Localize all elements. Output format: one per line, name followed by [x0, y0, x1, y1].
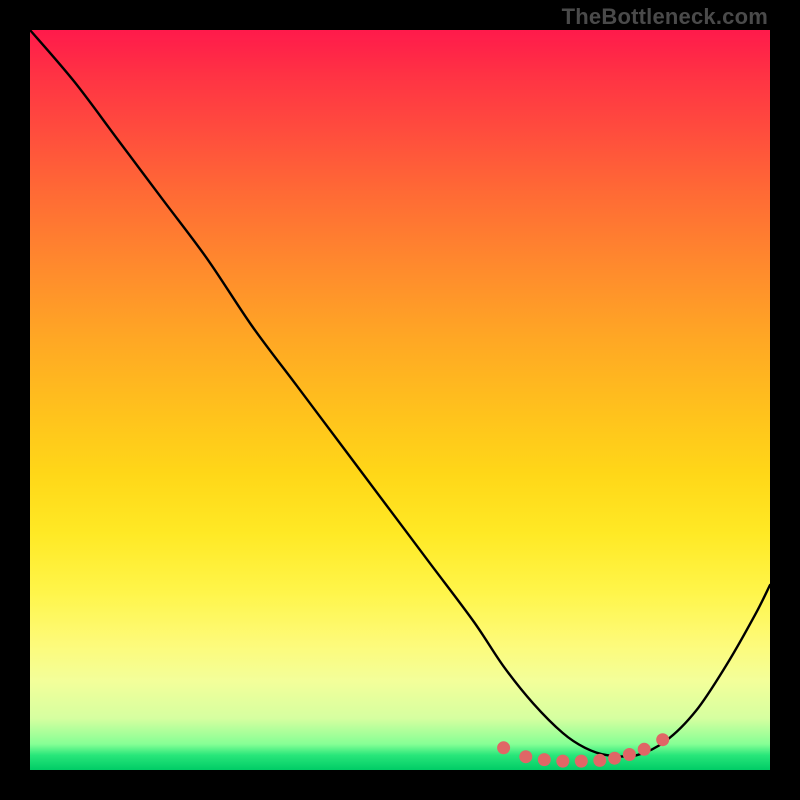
sweet-spot-marker: [497, 741, 510, 754]
sweet-spot-marker: [593, 754, 606, 767]
watermark-label: TheBottleneck.com: [562, 4, 768, 30]
sweet-spot-marker: [638, 743, 651, 756]
curve-layer: [30, 30, 770, 770]
sweet-spot-marker: [623, 748, 636, 761]
bottleneck-curve: [30, 30, 770, 757]
sweet-spot-markers: [497, 733, 669, 767]
sweet-spot-marker: [556, 755, 569, 768]
sweet-spot-marker: [608, 752, 621, 765]
chart-frame: TheBottleneck.com: [0, 0, 800, 800]
sweet-spot-marker: [519, 750, 532, 763]
sweet-spot-marker: [538, 753, 551, 766]
plot-area: [30, 30, 770, 770]
sweet-spot-marker: [656, 733, 669, 746]
sweet-spot-marker: [575, 755, 588, 768]
